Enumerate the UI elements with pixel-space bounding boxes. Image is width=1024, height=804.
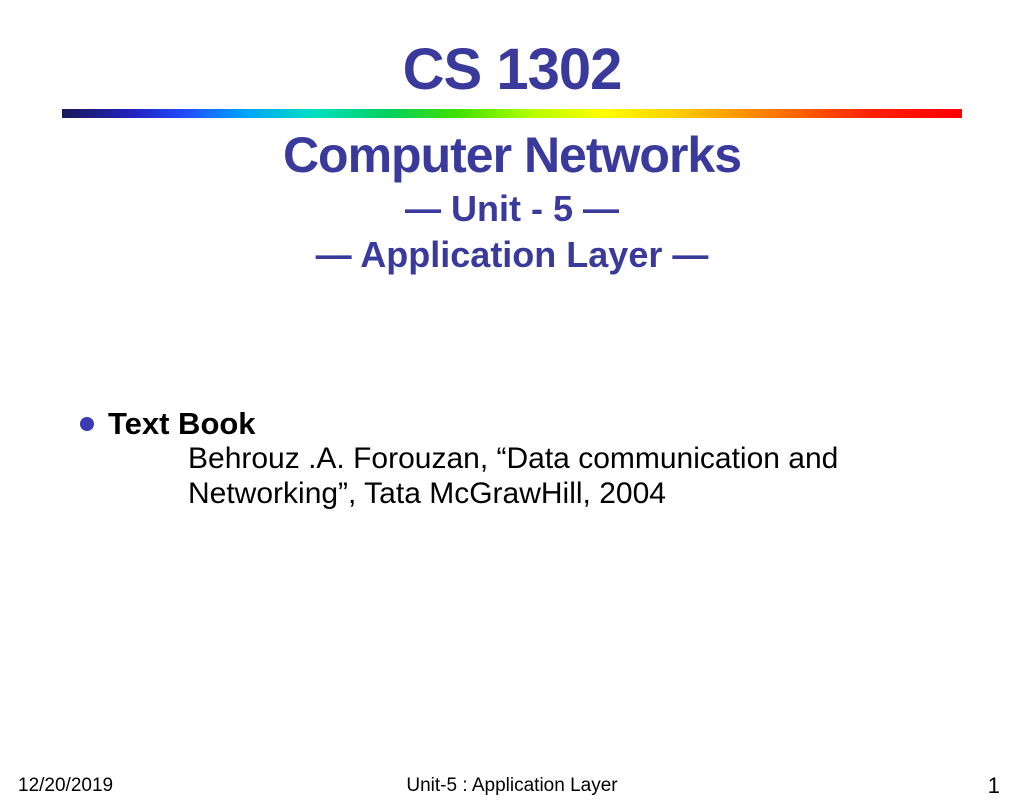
slide: CS 1302 Computer Networks — Unit - 5 — —… xyxy=(0,36,1024,804)
footer-title: Unit-5 : Application Layer xyxy=(406,775,617,797)
content-area: Text Book Behrouz .A. Forouzan, “Data co… xyxy=(80,406,1024,511)
textbook-citation: Behrouz .A. Forouzan, “Data communicatio… xyxy=(188,442,1008,511)
course-code-title: CS 1302 xyxy=(0,36,1024,103)
course-name-title: Computer Networks xyxy=(0,126,1024,184)
bullet-item: Text Book xyxy=(80,406,1024,442)
unit-name-title: — Application Layer — xyxy=(0,234,1024,276)
unit-number-title: — Unit - 5 — xyxy=(0,188,1024,230)
bullet-icon xyxy=(80,417,94,431)
textbook-heading: Text Book xyxy=(108,406,256,442)
rainbow-divider xyxy=(62,109,962,118)
footer-page-number: 1 xyxy=(988,773,1000,799)
footer-date: 12/20/2019 xyxy=(18,775,113,797)
